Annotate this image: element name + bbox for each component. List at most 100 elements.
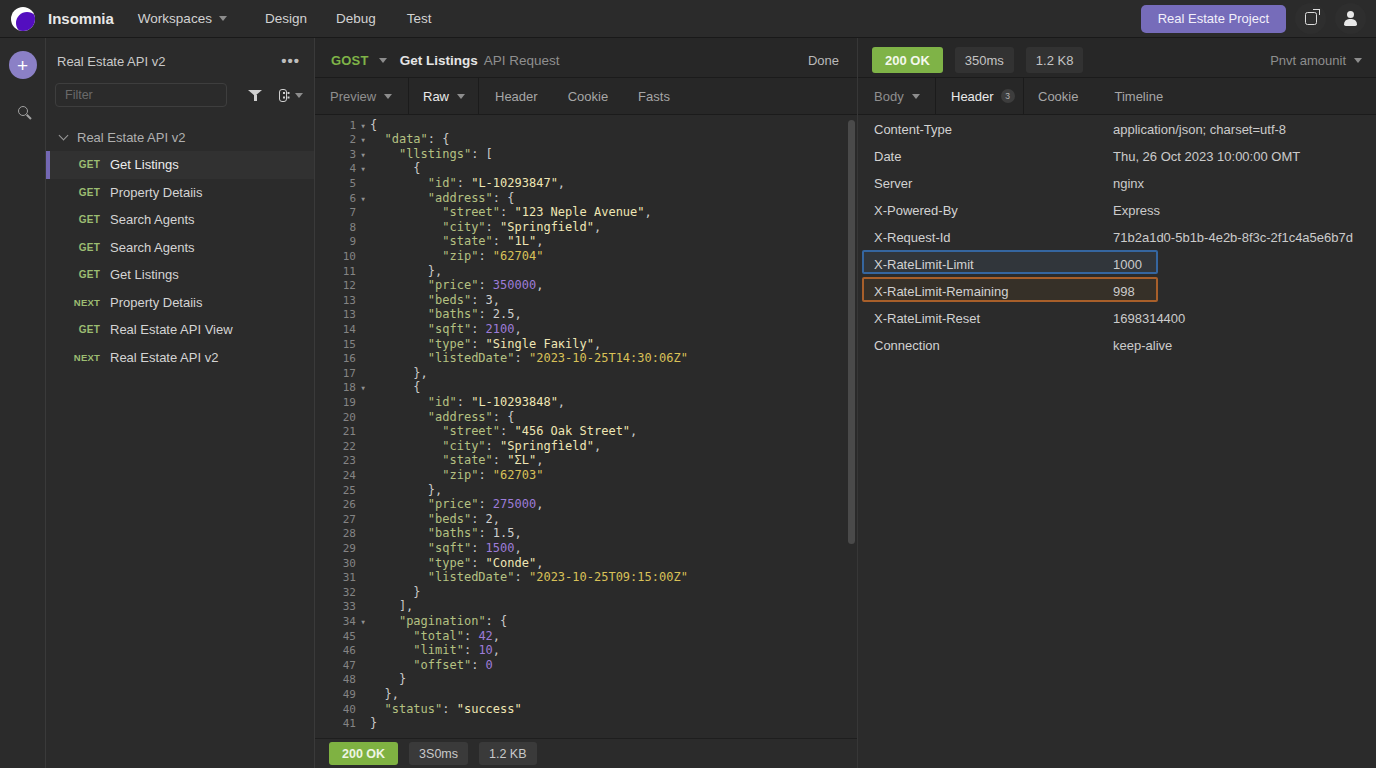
request-item-label: Search Agents <box>110 240 195 255</box>
code-editor[interactable]: 1▾{2▾ "data": {3▾ "llstings": [4▾ {5 "id… <box>315 115 857 738</box>
line-number: 9 <box>315 234 356 249</box>
fold-spacer <box>356 351 370 366</box>
line-number: 45 <box>315 629 356 644</box>
line-number: 1 <box>315 118 356 133</box>
fold-icon[interactable]: ▾ <box>356 380 370 395</box>
insomnia-logo-icon <box>11 7 35 31</box>
header-value: Express <box>1113 202 1160 217</box>
line-number: 5 <box>315 176 356 191</box>
tab-design[interactable]: Design <box>265 11 307 26</box>
tab-fasts[interactable]: Fasts <box>638 78 670 114</box>
header-name: X-RateLimit-Limit <box>874 256 974 271</box>
tab-body[interactable]: Body <box>858 78 936 114</box>
tab-test[interactable]: Test <box>407 11 432 26</box>
header-name: Server <box>874 175 912 190</box>
request-panel: GOST Get Listings API Request Done Previ… <box>315 38 858 768</box>
request-item[interactable]: GETGet Listings <box>46 261 314 289</box>
code-line-12: 13 "beds": 3, <box>315 293 857 308</box>
code-line-34: 34▾ "pagination": { <box>315 614 857 629</box>
line-number: 17 <box>315 366 356 381</box>
response-time-badge: 350ms <box>955 47 1014 73</box>
line-number: 20 <box>315 410 356 425</box>
environment-selector[interactable]: Pnvt amounit <box>1270 53 1362 68</box>
tab-cookie[interactable]: Cookie <box>568 78 608 114</box>
tab-debug[interactable]: Debug <box>336 11 376 26</box>
filter-input[interactable] <box>55 83 227 107</box>
tab-raw[interactable]: Raw <box>409 78 479 114</box>
fold-spacer <box>356 687 370 702</box>
request-item[interactable]: GETSearch Agents <box>46 234 314 262</box>
project-button[interactable]: Real Estate Project <box>1141 5 1286 33</box>
method-label[interactable]: GOST <box>331 53 369 68</box>
header-value: 71b2a1d0-5b1b-4e2b-8f3c-2f1c4a5e6b7d <box>1113 229 1353 244</box>
request-item[interactable]: NEXTReal Estate API v2 <box>46 344 314 372</box>
fold-icon[interactable]: ▾ <box>356 191 370 206</box>
chevron-down-icon <box>457 94 465 99</box>
sidebar: Real Estate API v2 ••• Real Estate API v… <box>46 38 315 768</box>
user-icon <box>1344 12 1357 25</box>
line-number: 31 <box>315 570 356 585</box>
fold-icon[interactable]: ▾ <box>356 161 370 176</box>
header-row: Connectionkeep-alive <box>858 331 1376 358</box>
method-badge: GET <box>46 159 100 170</box>
header-row: Servernginx <box>858 169 1376 196</box>
workspace-title: Real Estate API v2 <box>57 54 165 69</box>
request-item[interactable]: GETSearch Agents <box>46 206 314 234</box>
environment-icon[interactable] <box>279 89 287 102</box>
share-button[interactable] <box>1295 3 1326 34</box>
tab-preview[interactable]: Preview <box>315 78 409 114</box>
fold-spacer <box>356 629 370 644</box>
add-button[interactable]: + <box>9 51 37 79</box>
fold-spacer <box>356 702 370 717</box>
line-number: 13 <box>315 307 356 322</box>
code-line-35: 45 "total": 42, <box>315 629 857 644</box>
fold-icon[interactable]: ▾ <box>356 118 370 133</box>
scrollbar-thumb[interactable] <box>848 120 855 544</box>
code-line-39: 49 }, <box>315 687 857 702</box>
done-button[interactable]: Done <box>808 53 839 68</box>
request-item[interactable]: GETReal Estate API View <box>46 316 314 344</box>
code-line-30: 30 "type": "Conde", <box>315 556 857 571</box>
header-row: DateThu, 26 Oct 2023 10:00:00 OMT <box>858 142 1376 169</box>
chevron-down-icon[interactable] <box>295 93 303 98</box>
fold-icon[interactable]: ▾ <box>356 614 370 629</box>
code-line-31: 31 "listedDate": "2023-10-25T09:15:00Z" <box>315 570 857 585</box>
line-number: 27 <box>315 512 356 527</box>
method-badge: GET <box>46 269 100 280</box>
request-item[interactable]: GETGet Listings <box>46 151 314 179</box>
collection-folder-label: Real Estate API v2 <box>77 130 185 145</box>
method-dropdown-icon[interactable] <box>379 58 387 63</box>
tab-header[interactable]: Header <box>495 78 538 114</box>
code-line-32: 32 } <box>315 585 857 600</box>
collection-folder[interactable]: Real Estate API v2 <box>46 124 314 151</box>
request-item[interactable]: NEXTProperty Detaiis <box>46 289 314 317</box>
fold-spacer <box>356 483 370 498</box>
method-badge: GET <box>46 214 100 225</box>
line-number: 47 <box>315 658 356 673</box>
tab-timeline[interactable]: Timeline <box>1114 78 1163 114</box>
header-name: X-RateLimit-Reset <box>874 310 980 325</box>
tab-response-header[interactable]: Header3 <box>936 78 1024 114</box>
chevron-down-icon <box>384 94 392 99</box>
chevron-down-icon <box>912 94 920 99</box>
fold-spacer <box>356 176 370 191</box>
line-number: 16 <box>315 351 356 366</box>
header-name: X-Powered-By <box>874 202 958 217</box>
code-line-14: 14 "sqft": 2100, <box>315 322 857 337</box>
fold-icon[interactable]: ▾ <box>356 132 370 147</box>
code-line-23: 23 "state": "ΣL", <box>315 453 857 468</box>
line-number: 15 <box>315 337 356 352</box>
request-subtitle: API Request <box>484 53 560 68</box>
account-button[interactable] <box>1335 3 1366 34</box>
code-line-36: 46 "limit": 10, <box>315 643 857 658</box>
method-badge: NEXT <box>46 352 100 363</box>
fold-spacer <box>356 599 370 614</box>
request-item[interactable]: GETProperty Detaiis <box>46 179 314 207</box>
time-badge: 3S0ms <box>409 742 468 765</box>
search-icon[interactable] <box>18 106 28 116</box>
code-line-15: 15 "type": "Single Faĸily", <box>315 337 857 352</box>
filter-icon[interactable] <box>248 88 255 102</box>
workspaces-menu[interactable]: Workspaces <box>138 11 227 26</box>
tab-response-cookie[interactable]: Cookie <box>1038 78 1078 114</box>
fold-icon[interactable]: ▾ <box>356 147 370 162</box>
